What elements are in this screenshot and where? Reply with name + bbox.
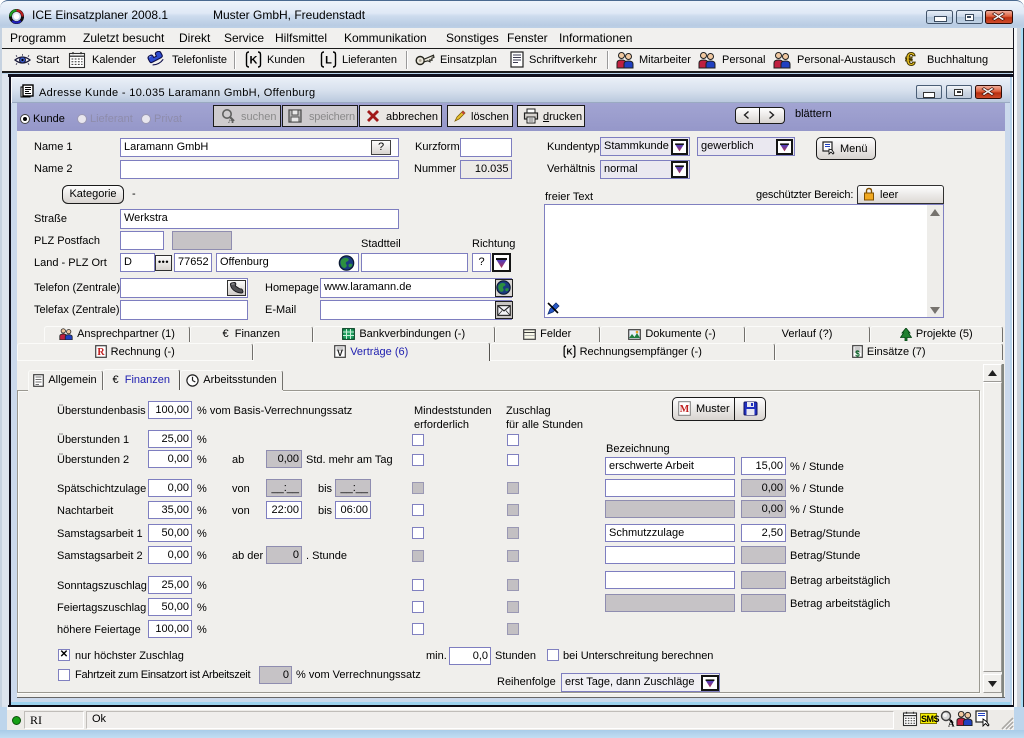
svg-text:V: V [337,348,343,358]
svg-text:€: € [905,51,915,68]
svg-text:M: M [680,404,690,415]
svg-text:A: A [948,719,955,728]
svg-text:R: R [97,347,105,358]
svg-text:A: A [228,116,234,124]
svg-text:K: K [250,55,258,67]
svg-text:K: K [566,347,572,357]
svg-text:$: $ [855,350,860,359]
svg-text:L: L [325,55,332,67]
